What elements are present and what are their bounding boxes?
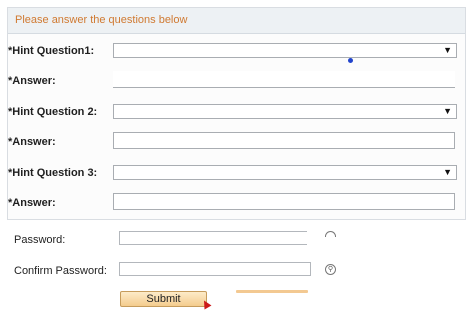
password-label: Password:	[14, 234, 66, 246]
answer-1-input[interactable]	[113, 71, 455, 88]
answer-3-label: *Answer:	[8, 197, 56, 209]
chevron-down-icon: ▼	[443, 106, 452, 116]
confirm-password-label: Confirm Password:	[14, 265, 107, 277]
chevron-down-icon: ▼	[443, 167, 452, 177]
answer-1-label: *Answer:	[8, 75, 56, 87]
button-shadow	[236, 290, 308, 293]
panel-title: Please answer the questions below	[15, 14, 188, 26]
hint-question-2-label: *Hint Question 2:	[8, 106, 98, 118]
answer-2-input[interactable]	[113, 132, 455, 149]
confirm-password-input[interactable]	[119, 262, 311, 276]
mouse-cursor-icon	[200, 298, 212, 310]
password-input[interactable]	[119, 231, 307, 245]
cursor-dot	[348, 58, 353, 63]
eye-icon[interactable]	[325, 231, 336, 237]
chevron-down-icon: ▼	[443, 45, 452, 55]
hint-question-1-label: *Hint Question1:	[8, 45, 95, 57]
eye-icon[interactable]: ⚲	[325, 264, 336, 275]
answer-2-label: *Answer:	[8, 136, 56, 148]
submit-button[interactable]: Submit	[120, 291, 207, 307]
hint-question-1-select[interactable]: ▼	[113, 43, 457, 58]
hint-question-3-select[interactable]: ▼	[113, 165, 457, 180]
hint-question-3-label: *Hint Question 3:	[8, 167, 98, 179]
answer-3-input[interactable]	[113, 193, 455, 210]
panel-header: Please answer the questions below	[8, 8, 465, 34]
hint-question-2-select[interactable]: ▼	[113, 104, 457, 119]
